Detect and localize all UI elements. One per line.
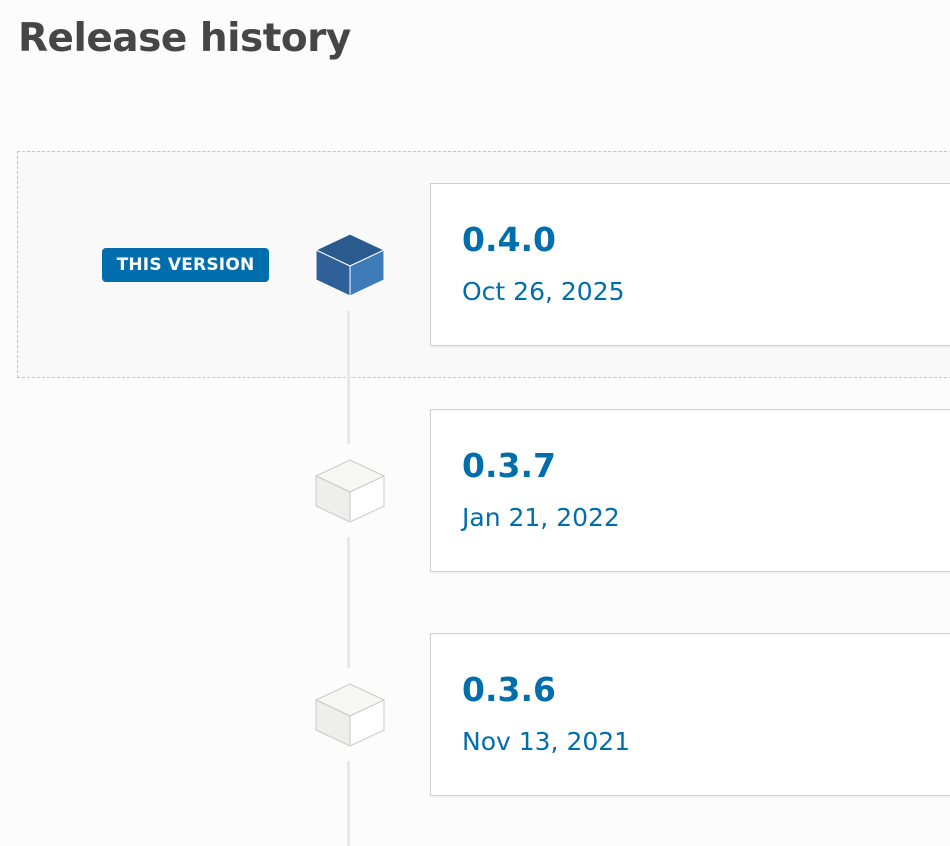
page-title: Release history	[18, 16, 351, 61]
cube-icon	[314, 683, 386, 747]
release-card-0-4-0[interactable]: 0.4.0 Oct 26, 2025	[430, 183, 950, 346]
release-version[interactable]: 0.4.0	[462, 220, 556, 259]
timeline-line	[347, 311, 350, 444]
cube-icon	[314, 233, 386, 297]
release-version[interactable]: 0.3.6	[462, 670, 556, 709]
timeline-line	[347, 761, 350, 846]
timeline-line	[347, 537, 350, 668]
release-card-0-3-6[interactable]: 0.3.6 Nov 13, 2021	[430, 633, 950, 796]
release-version[interactable]: 0.3.7	[462, 446, 556, 485]
release-card-0-3-7[interactable]: 0.3.7 Jan 21, 2022	[430, 409, 950, 572]
this-version-badge: THIS VERSION	[102, 248, 269, 282]
cube-icon	[314, 459, 386, 523]
release-date: Jan 21, 2022	[462, 503, 620, 532]
release-date: Nov 13, 2021	[462, 727, 631, 756]
release-date: Oct 26, 2025	[462, 277, 625, 306]
release-history-page: Release history THIS VERSION 0.4.0 Oct 2…	[0, 0, 950, 846]
